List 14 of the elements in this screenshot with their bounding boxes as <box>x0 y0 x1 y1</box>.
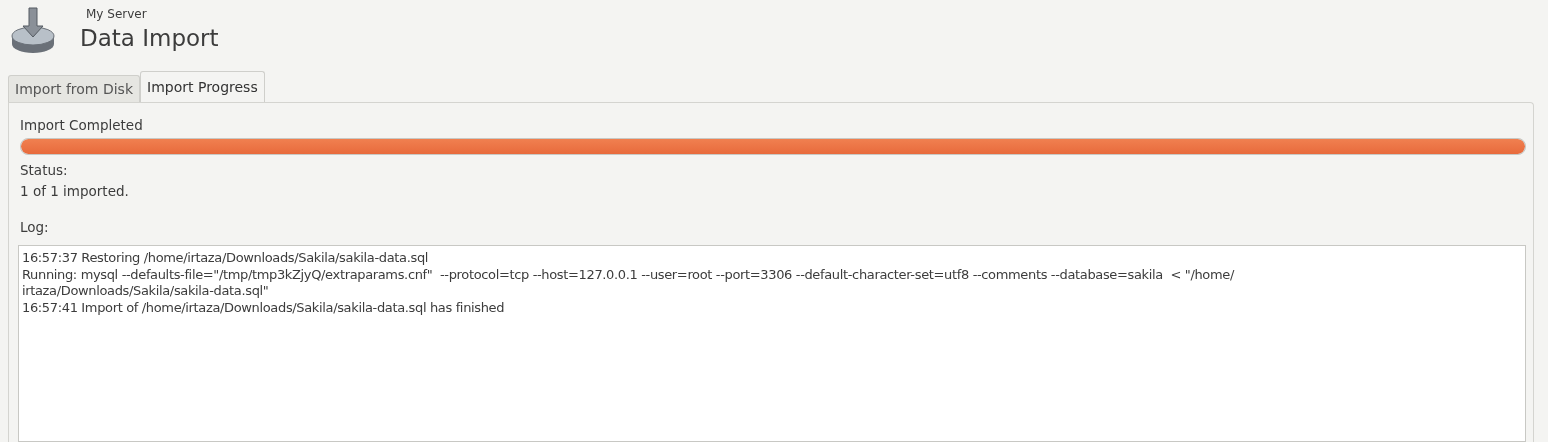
status-text: 1 of 1 imported. <box>20 183 130 199</box>
progress-label: Import Completed <box>20 117 144 133</box>
log-line: Running: mysql --defaults-file="/tmp/tmp3kZjyQ/extraparams.cnf" --protocol=tcp --host=127.0.0.1 --user=root --port=3306 --default-character-set=utf8 --comments --database=sakila < "/home/ <box>22 266 1236 283</box>
log-line: 16:57:37 Restoring /home/irtaza/Downloads/Sakila/sakila-data.sql <box>22 250 430 267</box>
page-title: Data Import <box>80 25 219 51</box>
status-label: Status: <box>20 162 69 178</box>
log-line: irtaza/Downloads/Sakila/sakila-data.sql" <box>22 283 270 300</box>
server-name: My Server <box>86 7 148 21</box>
log-line: 16:57:41 Import of /home/irtaza/Downloads/Sakila/sakila-data.sql has finished <box>22 299 506 316</box>
tab[interactable]: Import from Disk <box>8 75 140 102</box>
log-label: Log: <box>20 219 50 235</box>
log-area[interactable] <box>18 245 1526 442</box>
database-import-icon <box>10 6 56 56</box>
tab[interactable]: Import Progress <box>140 71 265 102</box>
